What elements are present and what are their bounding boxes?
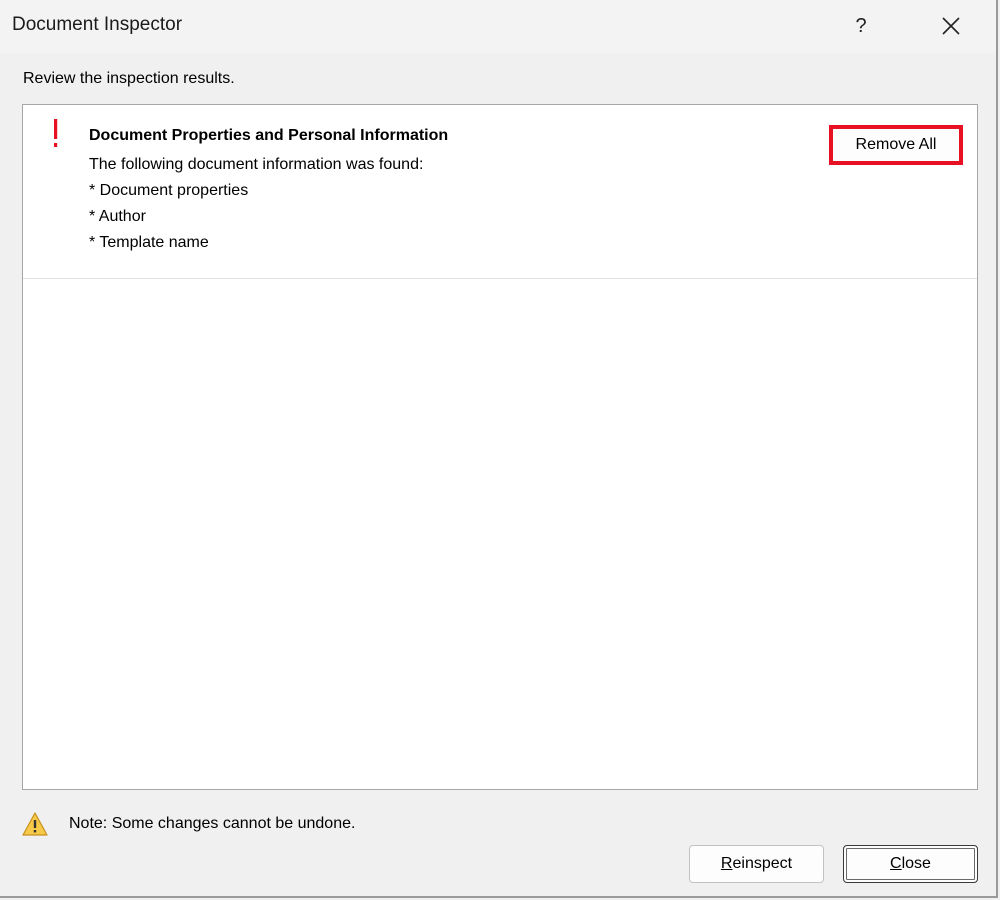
warning-icon <box>22 812 48 836</box>
result-line: The following document information was f… <box>89 156 424 173</box>
reinspect-accelerator: R <box>720 855 733 872</box>
inspection-results-list[interactable]: Document Properties and Personal Informa… <box>22 104 978 790</box>
result-item-document-properties: Document Properties and Personal Informa… <box>23 105 977 279</box>
reinspect-label: einspect <box>732 855 793 872</box>
result-title: Document Properties and Personal Informa… <box>89 127 449 144</box>
result-line: * Template name <box>89 234 209 251</box>
result-line: * Document properties <box>89 182 249 199</box>
exclamation-icon <box>54 119 58 147</box>
window-title: Document Inspector <box>12 14 183 35</box>
help-icon: ? <box>855 14 867 37</box>
help-button[interactable]: ? <box>838 6 884 46</box>
instruction-text: Review the inspection results. <box>23 70 235 87</box>
close-label: lose <box>901 855 931 872</box>
note-row: Note: Some changes cannot be undone. <box>22 810 722 840</box>
close-icon <box>942 17 960 35</box>
result-line: * Author <box>89 208 146 225</box>
document-inspector-dialog: Document Inspector ? Review the inspecti… <box>0 0 998 898</box>
note-text: Note: Some changes cannot be undone. <box>69 815 356 832</box>
remove-all-button[interactable]: Remove All <box>829 125 963 165</box>
title-bar[interactable]: Document Inspector ? <box>0 0 996 53</box>
result-description: The following document information was f… <box>89 152 423 256</box>
close-button[interactable]: Close <box>843 845 978 883</box>
reinspect-button[interactable]: Reinspect <box>689 845 824 883</box>
close-accelerator: C <box>890 855 902 872</box>
close-window-button[interactable] <box>928 6 974 46</box>
